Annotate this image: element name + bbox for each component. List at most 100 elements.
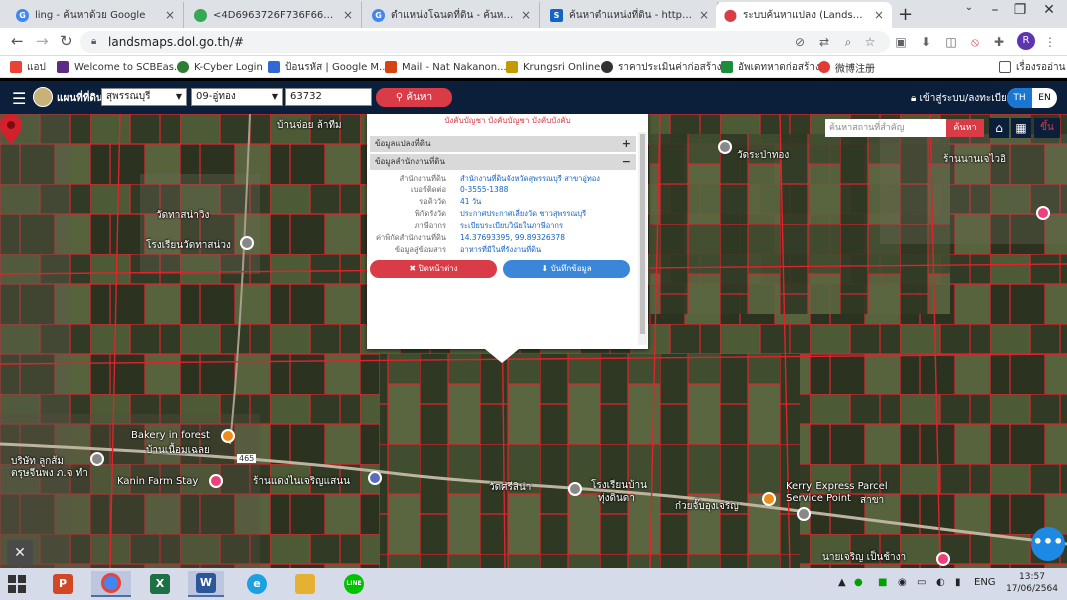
layer-toggle-button[interactable]: ขึ้น	[1034, 118, 1060, 138]
close-window-icon[interactable]: ✕	[1034, 2, 1064, 18]
browser-tab[interactable]: G ตำแหน่งโฉนดที่ดิน - ค้นหาด้วย Goo ×	[364, 2, 540, 28]
info-value[interactable]: อาหารที่มีในที่รังงานที่ดิน	[460, 244, 637, 255]
login-link[interactable]: 🔒︎ เข้าสู่ระบบ/ลงทะเบียน	[911, 91, 1014, 106]
tray-app-icon[interactable]: ■	[878, 577, 887, 588]
extension-icon[interactable]: ⦸	[967, 34, 983, 50]
layers-grid-icon[interactable]: ▦	[1011, 118, 1031, 138]
info-value[interactable]: 0-3555-1388	[460, 184, 637, 195]
bookmark-apps[interactable]: แอป	[10, 59, 46, 75]
windows-start-icon[interactable]	[8, 575, 26, 593]
taskbar-app-ie[interactable]: e	[239, 571, 275, 597]
puzzle-icon[interactable]: ✚	[991, 34, 1007, 50]
hamburger-menu-icon[interactable]: ☰	[12, 89, 26, 108]
bookmark-item[interactable]: Krungsri Online	[506, 59, 600, 75]
shop-poi-icon[interactable]	[936, 552, 950, 566]
close-tab-icon[interactable]: ×	[343, 8, 353, 22]
translate-icon[interactable]: ⇄	[816, 34, 832, 50]
browser-tab[interactable]: <4D6963726F736F6674205768 ×	[186, 2, 362, 28]
input-language[interactable]: ENG	[974, 577, 996, 588]
search-button[interactable]: ⚲ ค้นหา	[376, 88, 452, 107]
bookmark-item[interactable]: 微博注册	[818, 59, 875, 75]
section-land-office[interactable]: ข้อมูลสำนักงานที่ดิน −	[370, 154, 636, 170]
close-tab-icon[interactable]: ×	[521, 8, 531, 22]
bookmark-item[interactable]: Welcome to SCBEas...	[57, 59, 184, 75]
profile-avatar[interactable]: R	[1017, 32, 1035, 50]
info-value[interactable]: ระเบียบระเบียบวินัยในภาษีอากร	[460, 220, 637, 231]
close-popup-button[interactable]: ✖ ปิดหน้าต่าง	[370, 260, 497, 278]
browser-tab-active[interactable]: ⬤ ระบบค้นหาแปลง (LandsMaps) ×	[716, 2, 892, 28]
tools-icon[interactable]: ✕	[7, 540, 33, 566]
back-icon[interactable]: ←	[11, 32, 24, 50]
food-poi-icon[interactable]	[221, 429, 235, 443]
volume-icon[interactable]: ◐	[936, 577, 945, 588]
temple-poi-icon[interactable]	[568, 482, 582, 496]
expand-icon[interactable]: +	[622, 136, 631, 152]
taskbar-app-explorer[interactable]	[287, 571, 323, 597]
map-view[interactable]: บ้านจ่อย ล้าทีม วัดทาสน่าวิง โรงเรียนวัด…	[0, 114, 1067, 568]
more-options-button[interactable]: •••	[1031, 527, 1065, 561]
bookmark-item[interactable]: K-Cyber Login	[177, 59, 263, 75]
location-pin-icon[interactable]	[0, 114, 22, 144]
taskbar-app-word[interactable]: W	[188, 571, 224, 597]
url-bar[interactable]: 🔒︎ landsmaps.dol.go.th/#	[80, 31, 890, 53]
new-tab-button[interactable]: +	[898, 4, 913, 25]
info-value[interactable]: 14.37693395, 99.89326378	[460, 232, 637, 243]
close-tab-icon[interactable]: ×	[874, 8, 884, 22]
system-clock[interactable]: 13:57 17/06/2564	[1003, 571, 1061, 595]
store-poi-icon[interactable]	[368, 471, 382, 485]
lang-th[interactable]: TH	[1007, 88, 1032, 108]
extension-icon[interactable]: ◫	[943, 34, 959, 50]
info-value[interactable]: ประกาศประกาศเลี่ยงวัด ชาวสุพรรณบุรี	[460, 208, 637, 219]
bookmark-item[interactable]: อัพเดทหาดก่อสร้าง	[721, 59, 820, 75]
menu-dots-icon[interactable]: ⋮	[1042, 34, 1058, 50]
info-key: ข้อมูลสู่ข้อมสาร	[394, 245, 446, 254]
section-land-parcel[interactable]: ข้อมูลแปลงที่ดิน +	[370, 136, 636, 152]
building-poi-icon[interactable]	[797, 507, 811, 521]
shop-poi-icon[interactable]	[1036, 206, 1050, 220]
restore-icon[interactable]: ❐	[1005, 2, 1035, 18]
blocked-popup-icon[interactable]: ⊘	[792, 34, 808, 50]
info-key: พิกัดรังวัด	[414, 209, 446, 218]
tray-overflow-icon[interactable]: ▲	[838, 577, 846, 588]
taskbar-app-line[interactable]: LINE	[336, 571, 372, 597]
zoom-icon[interactable]: ⌕	[840, 34, 856, 50]
reload-icon[interactable]: ↻	[60, 32, 73, 50]
bookmark-item[interactable]: ราคาประเมินค่าก่อสร้าง...	[601, 59, 731, 75]
lang-en[interactable]: EN	[1032, 88, 1057, 108]
food-poi-icon[interactable]	[762, 492, 776, 506]
collapse-icon[interactable]: −	[622, 154, 631, 170]
internet-explorer-icon: e	[247, 574, 267, 594]
save-data-button[interactable]: ⬇ บันทึกข้อมูล	[503, 260, 630, 278]
bookmark-item[interactable]: ป้อนรหัส | Google M...	[268, 59, 389, 75]
tray-app-icon[interactable]: ◉	[898, 577, 907, 588]
bookmark-star-icon[interactable]: ☆	[862, 34, 878, 50]
district-select[interactable]: 09-อู่ทอง ▼	[191, 88, 283, 106]
tray-app-icon[interactable]: ▭	[917, 577, 926, 588]
temple-poi-icon[interactable]	[718, 140, 732, 154]
browser-tab[interactable]: G ling - ค้นหาด้วย Google ×	[8, 2, 184, 28]
hotel-poi-icon[interactable]	[209, 474, 223, 488]
close-tab-icon[interactable]: ×	[165, 8, 175, 22]
extension-icon[interactable]: ▣	[893, 34, 909, 50]
bookmark-item[interactable]: Mail - Nat Nakanon...	[385, 59, 507, 75]
province-select[interactable]: สุพรรณบุรี ▼	[101, 88, 187, 106]
reading-list[interactable]: เรื่องรออ่าน	[999, 59, 1066, 75]
language-switch[interactable]: TH EN	[1007, 88, 1057, 108]
line-tray-icon[interactable]: ●	[854, 577, 863, 588]
forward-icon[interactable]: →	[36, 32, 49, 50]
taskbar-app-chrome[interactable]	[91, 571, 131, 597]
download-icon[interactable]: ⬇	[918, 34, 934, 50]
landmark-search-button[interactable]: ค้นหา	[946, 119, 984, 137]
popup-scrollbar[interactable]	[638, 132, 647, 345]
school-poi-icon[interactable]	[240, 236, 254, 250]
home-icon[interactable]: ⌂	[989, 118, 1009, 138]
close-tab-icon[interactable]: ×	[699, 8, 709, 22]
wifi-icon[interactable]: ▮	[955, 577, 961, 588]
taskbar-app-excel[interactable]: X	[142, 571, 178, 597]
landmark-search-input[interactable]: ค้นหาสถานที่สำคัญ	[825, 119, 946, 137]
browser-tab[interactable]: S ค้นหาตำแหน่งที่ดิน - http://dolwm ×	[542, 2, 718, 28]
building-poi-icon[interactable]	[90, 452, 104, 466]
parcel-number-input[interactable]: 63732	[285, 88, 372, 106]
scrollbar-thumb[interactable]	[640, 134, 645, 334]
taskbar-app-powerpoint[interactable]: P	[45, 571, 81, 597]
